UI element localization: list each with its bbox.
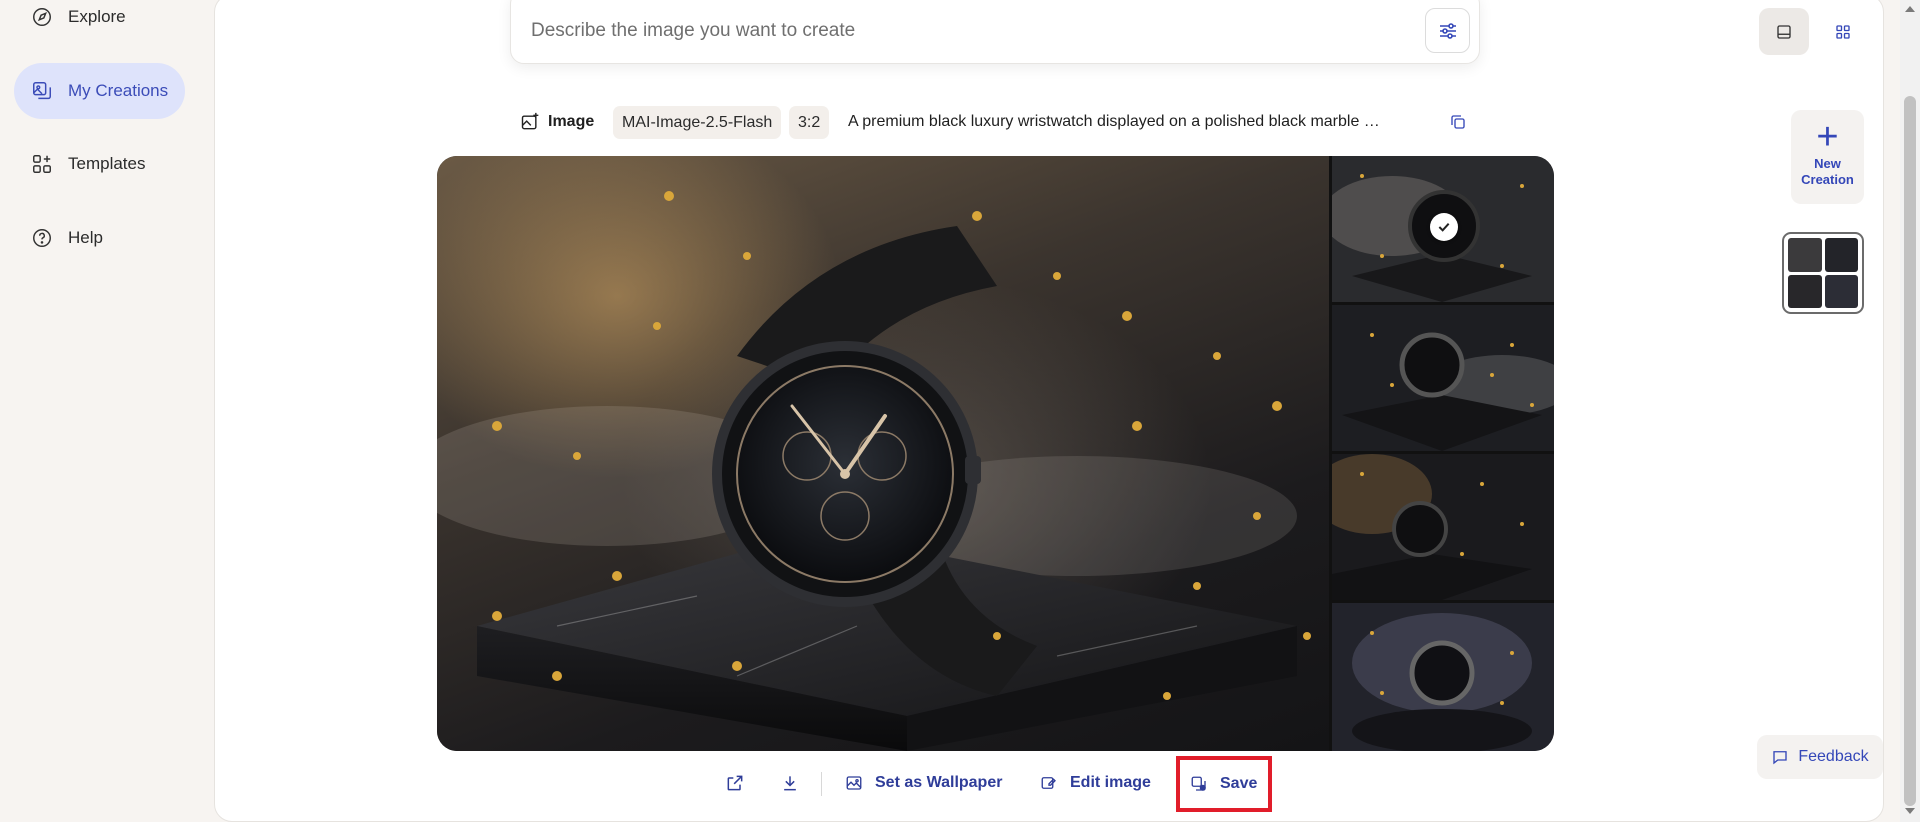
edit-image-label: Edit image — [1070, 774, 1151, 791]
plus-icon: + — [1816, 116, 1839, 158]
scroll-up-arrow-icon[interactable] — [1905, 6, 1915, 12]
templates-icon — [30, 152, 54, 176]
thumbnail-2[interactable] — [1332, 305, 1554, 451]
page-scrollbar[interactable] — [1900, 0, 1920, 822]
set-as-wallpaper-button[interactable]: Set as Wallpaper — [845, 764, 1002, 802]
scroll-thumb[interactable] — [1904, 96, 1916, 806]
aspect-ratio-chip: 3:2 — [789, 106, 830, 139]
prompt-settings-button[interactable] — [1425, 8, 1470, 53]
action-divider — [821, 772, 822, 796]
thumbnail-4[interactable] — [1332, 603, 1554, 751]
sidebar-item-my-creations[interactable]: My Creations — [14, 63, 185, 119]
feedback-icon — [1771, 748, 1789, 766]
sidebar-item-label: My Creations — [68, 81, 169, 100]
new-creation-button[interactable]: + New Creation — [1791, 110, 1864, 204]
sidebar-item-help[interactable]: Help — [14, 210, 185, 266]
prompt-text: A premium black luxury wristwatch displa… — [848, 113, 1380, 130]
images-icon — [30, 79, 54, 103]
grid-view-button[interactable] — [1818, 8, 1868, 55]
new-creation-label-line2: Creation — [1801, 172, 1854, 187]
feedback-button[interactable]: Feedback — [1757, 735, 1883, 779]
model-chip: MAI-Image-2.5-Flash — [613, 106, 782, 139]
edit-image-icon — [1040, 773, 1060, 793]
sidebar-item-label: Templates — [68, 154, 146, 173]
prompt-box — [510, 0, 1480, 64]
main-image[interactable] — [437, 156, 1329, 751]
edit-image-button[interactable]: Edit image — [1040, 764, 1151, 802]
share-button[interactable] — [725, 764, 755, 802]
scroll-down-arrow-icon[interactable] — [1905, 808, 1915, 814]
sidebar: Explore My Creations Templates Help — [0, 0, 214, 822]
prompt-input[interactable] — [531, 11, 1351, 51]
wallpaper-icon — [845, 773, 865, 793]
mini-thumb-1 — [1788, 238, 1822, 272]
save-collection-icon — [1190, 774, 1210, 794]
help-icon — [30, 226, 54, 250]
creation-set-thumbnail[interactable] — [1782, 232, 1864, 314]
mini-thumb-3 — [1788, 274, 1822, 308]
copy-icon[interactable] — [1449, 113, 1467, 131]
sliders-icon — [1439, 22, 1456, 39]
thumbnail-1[interactable] — [1332, 156, 1554, 302]
share-icon — [725, 773, 745, 793]
save-button[interactable]: Save — [1176, 756, 1272, 812]
feedback-label: Feedback — [1798, 748, 1869, 765]
single-view-icon — [1777, 24, 1791, 39]
thumbnail-3[interactable] — [1332, 454, 1554, 600]
download-button[interactable] — [780, 764, 810, 802]
image-sparkle-icon — [521, 112, 539, 130]
mini-thumb-2 — [1824, 238, 1858, 272]
sidebar-item-label: Explore — [68, 7, 126, 26]
selected-check-icon — [1430, 213, 1458, 241]
sidebar-item-explore[interactable]: Explore — [14, 0, 185, 45]
mini-thumb-4 — [1824, 274, 1858, 308]
save-label: Save — [1220, 775, 1258, 792]
sidebar-item-label: Help — [68, 228, 103, 247]
new-creation-label-line1: New — [1814, 156, 1841, 171]
sidebar-item-templates[interactable]: Templates — [14, 136, 185, 192]
download-icon — [780, 773, 800, 793]
media-type-label: Image — [548, 113, 595, 130]
grid-view-icon — [1836, 24, 1850, 39]
single-view-button[interactable] — [1759, 8, 1809, 55]
compass-icon — [30, 5, 54, 29]
image-gallery — [437, 156, 1554, 751]
set-as-wallpaper-label: Set as Wallpaper — [875, 774, 1003, 791]
